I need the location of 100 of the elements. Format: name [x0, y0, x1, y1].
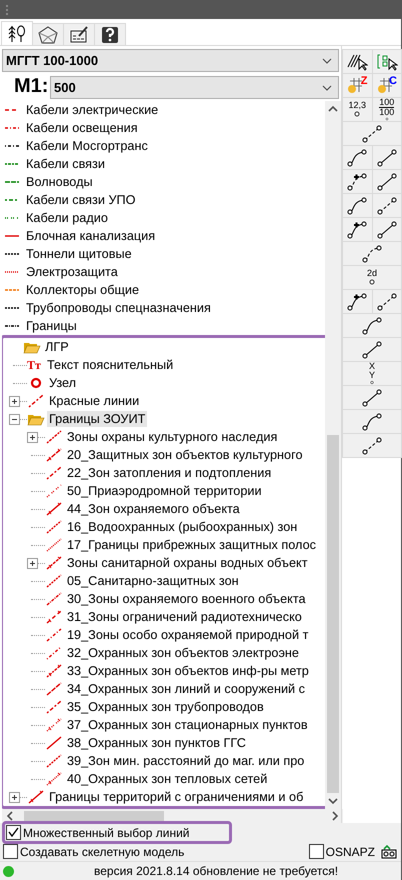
layer-item[interactable]: Красные линии [47, 393, 142, 409]
layer-item[interactable]: Узел [47, 375, 78, 391]
tool-button[interactable] [342, 217, 372, 242]
tool-button[interactable] [342, 313, 402, 338]
layer-item[interactable]: 30_Зоны охраняемого военного объекта [65, 591, 308, 607]
layer-item[interactable]: Кабели связи [24, 156, 107, 172]
tool-button[interactable]: X Y [342, 361, 402, 386]
layer-item[interactable]: 37_Охранных зон стационарных пунктов [65, 717, 310, 733]
zone-line-icon [27, 790, 45, 804]
layer-item[interactable]: 17_Границы прибрежных защитных полос [65, 537, 318, 553]
tool-button[interactable] [342, 409, 402, 434]
chevron-down-icon [322, 58, 332, 64]
layer-item[interactable]: 31_Зоны ограничений радиотехническо [65, 609, 304, 625]
layer-item[interactable]: 44_Зон охраняемого объекта [65, 501, 242, 517]
zone-line-icon [27, 394, 45, 408]
shape-tab[interactable] [32, 23, 64, 45]
layer-item[interactable]: Границы [24, 318, 79, 334]
tool-button[interactable] [342, 49, 372, 74]
node-line-icon [376, 292, 398, 310]
layer-item[interactable]: 34_Охранных зон линий и сооружений с [65, 681, 308, 697]
layer-item[interactable]: Трубопроводы спецназначения [24, 300, 213, 316]
layer-item[interactable]: Кабели радио [24, 210, 110, 226]
tool-button[interactable]: C [372, 73, 402, 98]
layer-item[interactable]: 38_Охранных зон пунктов ГГС [65, 735, 248, 751]
help-tab[interactable] [94, 23, 126, 45]
layer-item[interactable]: Кабели освещения [24, 120, 140, 136]
layer-item[interactable]: Текст пояснительный [45, 357, 176, 373]
layer-item[interactable]: 50_Приаэродромной территории [65, 483, 264, 499]
tool-button[interactable] [372, 289, 402, 314]
editor-tab[interactable] [63, 23, 95, 45]
layer-item[interactable]: 39_Зон мин. расстояний до маг. или про [65, 753, 306, 769]
expander-icon[interactable] [27, 558, 38, 569]
tool-button[interactable] [342, 145, 372, 170]
layer-item[interactable]: Зоны охраны культурного наследия [65, 429, 280, 445]
node-line-icon [346, 196, 368, 214]
tool-button[interactable] [372, 49, 402, 74]
tool-button[interactable] [372, 169, 402, 194]
zone-line-icon [45, 664, 63, 678]
tool-button[interactable]: 12,3 [342, 97, 372, 122]
tool-button[interactable] [372, 193, 402, 218]
tool-button[interactable] [342, 385, 402, 410]
zone-line-icon [45, 520, 63, 534]
layer-item[interactable]: 16_Водоохранных (рыбоохранных) зон [65, 519, 300, 535]
expander-icon[interactable] [9, 792, 20, 803]
classifier-dropdown[interactable]: МГГТ 100-1000 [2, 49, 339, 72]
layer-item[interactable]: Кабели связи УПО [24, 192, 138, 208]
scroll-down-icon[interactable] [328, 797, 338, 805]
scroll-up-icon[interactable] [328, 105, 338, 113]
layer-item[interactable]: Границы территорий с ограничениями и об [47, 789, 306, 805]
tool-button[interactable]: Z [342, 73, 372, 98]
tool-button[interactable] [372, 145, 402, 170]
vertical-scrollbar[interactable] [325, 101, 341, 809]
hatch-cursor-icon [346, 52, 368, 70]
text-icon: Tт [27, 358, 45, 372]
layer-item[interactable]: 20_Защитных зон объектов культурного [65, 447, 305, 463]
layer-item[interactable]: Тоннели щитовые [24, 246, 134, 262]
layer-item[interactable]: Волноводы [24, 174, 95, 190]
checkbox-option[interactable]: Множественный выбор линий [2, 821, 232, 844]
node-line-icon [361, 436, 383, 454]
checkbox-option[interactable]: Создавать скелетную модель [2, 843, 188, 860]
tool-button[interactable]: 2d [342, 265, 402, 290]
scroll-thumb[interactable] [327, 434, 339, 793]
layer-item[interactable]: 05_Санитарно-защитных зон [65, 573, 241, 589]
osnap-checkbox[interactable]: OSNAPZ [308, 843, 379, 860]
expander-icon[interactable] [9, 396, 20, 407]
folder-icon[interactable] [23, 340, 41, 354]
layer-item[interactable]: 40_Охранных зон тепловых сетей [65, 771, 270, 787]
expander-icon[interactable] [27, 432, 38, 443]
layer-item[interactable]: 19_Зоны особо охраняемой природной т [65, 627, 310, 643]
tool-button[interactable] [342, 193, 372, 218]
grip-icon[interactable] [6, 4, 10, 14]
zone-line-icon [45, 736, 63, 750]
layer-item[interactable]: Границы ЗОУИТ [47, 411, 148, 427]
layer-item[interactable]: Коллекторы общие [24, 282, 142, 298]
zone-line-icon [45, 430, 63, 444]
layer-item[interactable]: Электрозащита [24, 264, 120, 280]
folder-icon[interactable] [27, 412, 45, 426]
scroll-left-icon[interactable] [6, 811, 14, 821]
tool-button[interactable] [342, 289, 372, 314]
scale-dropdown[interactable]: 500 [50, 76, 339, 99]
expander-icon[interactable] [9, 414, 20, 425]
layer-item[interactable]: 32_Охранных зон объектов электроэне [65, 645, 301, 661]
horizontal-scrollbar[interactable] [2, 809, 343, 823]
tool-button[interactable] [372, 217, 402, 242]
tool-button[interactable]: 100 100 [372, 97, 402, 122]
layer-item[interactable]: 33_Охранных зон объектов инф-ры метр [65, 663, 311, 679]
layer-item[interactable]: ЛГР [43, 339, 71, 355]
layer-item[interactable]: Зоны санитарной охраны водных объект [65, 555, 310, 571]
zone-line-icon [45, 556, 63, 570]
layer-item[interactable]: Кабели Мосгортранс [24, 138, 150, 154]
layer-item[interactable]: Кабели электрические [24, 102, 160, 118]
snap-settings-icon[interactable] [381, 844, 397, 858]
tool-button[interactable] [342, 337, 402, 362]
scroll-thumb[interactable] [24, 811, 164, 821]
layer-item[interactable]: 35_Охранных зон трубопроводов [65, 699, 266, 715]
layer-item[interactable]: 22_Зон затопления и подтопления [65, 465, 274, 481]
scroll-right-icon[interactable] [331, 811, 339, 821]
tool-button[interactable] [342, 169, 372, 194]
layer-item[interactable]: Блочная канализация [24, 228, 158, 244]
trees-tab[interactable] [1, 21, 33, 45]
